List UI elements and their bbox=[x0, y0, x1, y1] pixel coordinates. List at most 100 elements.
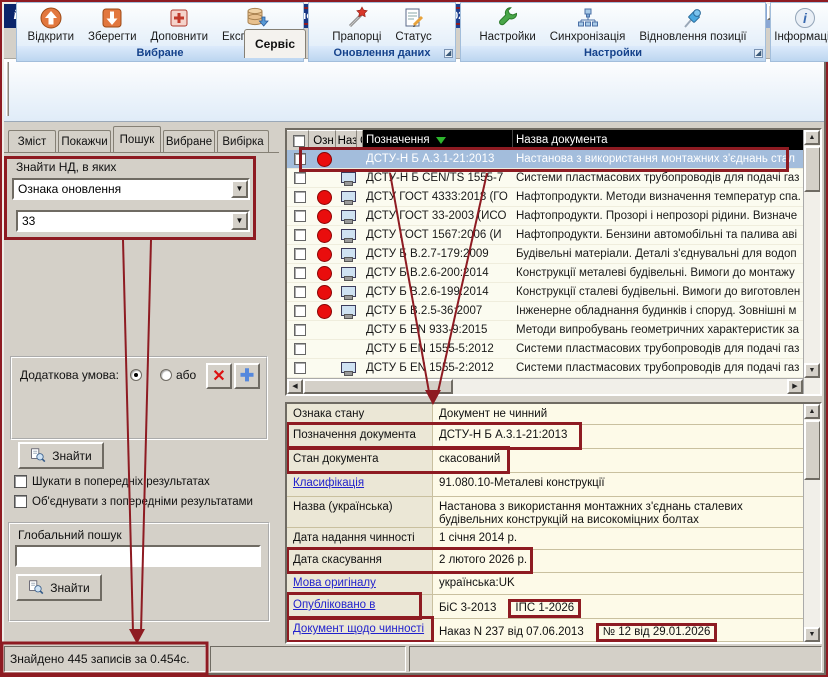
header-mark[interactable]: Озн bbox=[309, 130, 336, 150]
checkbox-search-previous[interactable]: Шукати в попередніх результатах bbox=[14, 475, 276, 488]
table-row[interactable]: ДСТУ ГОСТ 4333:2018 (ГОНафтопродукти. Ме… bbox=[287, 188, 803, 207]
search-value-combo[interactable]: 33 ▼ bbox=[16, 210, 250, 232]
scroll-down-icon[interactable]: ▼ bbox=[804, 363, 820, 378]
document-name-cell[interactable]: Методи випробувань геометричних характер… bbox=[513, 321, 803, 339]
open-button[interactable]: Відкрити bbox=[21, 5, 81, 47]
add-condition-button[interactable]: ✚ bbox=[234, 363, 260, 389]
designation-cell[interactable]: ДСТУ Б В.2.5-36:2007 bbox=[363, 302, 513, 320]
document-name-cell[interactable]: Нафтопродукти. Методи визначення темпера… bbox=[513, 188, 803, 206]
find-button[interactable]: Знайти bbox=[18, 442, 104, 469]
row-checkbox-cell[interactable] bbox=[287, 169, 309, 187]
scroll-right-icon[interactable]: ▶ bbox=[787, 379, 803, 394]
status-button[interactable]: Статус bbox=[388, 5, 438, 47]
details-vertical-scrollbar[interactable]: ▲ ▼ bbox=[803, 404, 820, 642]
designation-cell[interactable]: ДСТУ Б В.2.6-200:2014 bbox=[363, 264, 513, 282]
table-row[interactable]: ДСТУ Б EN 1555-2:2012Системи пластмасови… bbox=[287, 359, 803, 378]
checkbox-icon[interactable] bbox=[294, 324, 306, 336]
row-checkbox-cell[interactable] bbox=[287, 150, 309, 168]
table-row[interactable]: ДСТУ Б В.2.5-36:2007Інженерне обладнання… bbox=[287, 302, 803, 321]
designation-cell[interactable]: ДСТУ Б В.2.6-199:2014 bbox=[363, 283, 513, 301]
scroll-up-icon[interactable]: ▲ bbox=[804, 404, 820, 419]
designation-cell[interactable]: ДСТУ-Н Б А.3.1-21:2013 bbox=[363, 150, 513, 168]
left-tab-contents[interactable]: Зміст bbox=[8, 130, 56, 152]
table-row[interactable]: ДСТУ Б В.2.7-179:2009Будівельні матеріал… bbox=[287, 245, 803, 264]
table-row[interactable]: ДСТУ Б В.2.6-200:2014Конструкції металев… bbox=[287, 264, 803, 283]
checkbox-icon[interactable] bbox=[294, 210, 306, 222]
dialog-launcher-icon[interactable]: ◢ bbox=[754, 49, 763, 58]
designation-cell[interactable]: ДСТУ ГОСТ 33-2003 (ИСО bbox=[363, 207, 513, 225]
scrollbar-thumb[interactable] bbox=[804, 420, 821, 480]
left-tab-favorites[interactable]: Вибране bbox=[163, 130, 215, 152]
row-checkbox-cell[interactable] bbox=[287, 188, 309, 206]
checkbox-icon[interactable] bbox=[14, 495, 27, 508]
document-name-cell[interactable]: Системи пластмасових трубопроводів для п… bbox=[513, 359, 803, 377]
checkbox-icon[interactable] bbox=[294, 153, 306, 165]
document-name-cell[interactable]: Нафтопродукти. Прозорі і непрозорі рідин… bbox=[513, 207, 803, 225]
checkbox-icon[interactable] bbox=[294, 172, 306, 184]
table-row[interactable]: ДСТУ Б В.2.6-199:2014Конструкції сталеві… bbox=[287, 283, 803, 302]
checkbox-icon[interactable] bbox=[294, 267, 306, 279]
designation-cell[interactable]: ДСТУ ГОСТ 1567:2006 (И bbox=[363, 226, 513, 244]
row-checkbox-cell[interactable] bbox=[287, 264, 309, 282]
select-all-header[interactable] bbox=[287, 130, 309, 150]
row-checkbox-cell[interactable] bbox=[287, 226, 309, 244]
document-name-cell[interactable]: Нафтопродукти. Бензини автомобільні та п… bbox=[513, 226, 803, 244]
checkbox-icon[interactable] bbox=[294, 248, 306, 260]
checkbox-icon[interactable] bbox=[293, 135, 305, 147]
search-criterion-combo[interactable]: Ознака оновлення ▼ bbox=[12, 178, 250, 200]
checkbox-icon[interactable] bbox=[14, 475, 27, 488]
scrollbar-thumb[interactable] bbox=[303, 379, 453, 394]
flags-button[interactable]: Прапорці bbox=[325, 5, 388, 47]
row-checkbox-cell[interactable] bbox=[287, 321, 309, 339]
table-row[interactable]: ДСТУ ГОСТ 1567:2006 (ИНафтопродукти. Бен… bbox=[287, 226, 803, 245]
header-pc[interactable]: Наз bbox=[336, 130, 357, 150]
toolbar-gripper[interactable] bbox=[6, 62, 9, 116]
restore-position-button[interactable]: Відновлення позиції bbox=[632, 5, 753, 47]
sync-button[interactable]: Синхронізація bbox=[543, 5, 633, 47]
row-checkbox-cell[interactable] bbox=[287, 302, 309, 320]
scrollbar-thumb[interactable] bbox=[804, 146, 821, 192]
document-name-cell[interactable]: Системи пластмасових трубопроводів для п… bbox=[513, 340, 803, 358]
document-name-cell[interactable]: Будівельні матеріали. Деталі з'єднувальн… bbox=[513, 245, 803, 263]
checkbox-icon[interactable] bbox=[294, 286, 306, 298]
table-row[interactable]: ДСТУ-Н Б CEN/TS 1555-7Системи пластмасов… bbox=[287, 169, 803, 188]
row-checkbox-cell[interactable] bbox=[287, 207, 309, 225]
header-designation[interactable]: Позначення bbox=[363, 130, 513, 150]
row-checkbox-cell[interactable] bbox=[287, 245, 309, 263]
row-checkbox-cell[interactable] bbox=[287, 283, 309, 301]
scroll-left-icon[interactable]: ◀ bbox=[287, 379, 303, 394]
checkbox-icon[interactable] bbox=[294, 343, 306, 355]
designation-cell[interactable]: ДСТУ Б EN 1555-2:2012 bbox=[363, 359, 513, 377]
remove-condition-button[interactable]: ✕ bbox=[206, 363, 232, 389]
chevron-down-icon[interactable]: ▼ bbox=[231, 212, 248, 230]
table-row[interactable]: ДСТУ ГОСТ 33-2003 (ИСОНафтопродукти. Про… bbox=[287, 207, 803, 226]
table-row[interactable]: ДСТУ Б EN 933-9:2015Методи випробувань г… bbox=[287, 321, 803, 340]
designation-cell[interactable]: ДСТУ Б EN 1555-5:2012 bbox=[363, 340, 513, 358]
checkbox-icon[interactable] bbox=[294, 229, 306, 241]
radio-and[interactable] bbox=[130, 369, 142, 381]
details-link-label[interactable]: Документ щодо чинності bbox=[287, 619, 433, 641]
dialog-launcher-icon[interactable]: ◢ bbox=[444, 49, 453, 58]
append-button[interactable]: Доповнити bbox=[144, 5, 216, 47]
details-link-label[interactable]: Мова оригіналу bbox=[287, 573, 433, 594]
chevron-down-icon[interactable]: ▼ bbox=[231, 180, 248, 198]
designation-cell[interactable]: ДСТУ ГОСТ 4333:2018 (ГО bbox=[363, 188, 513, 206]
left-tab-search[interactable]: Пошук bbox=[113, 126, 161, 152]
details-link-label[interactable]: Опубліковано в bbox=[287, 595, 433, 618]
scroll-up-icon[interactable]: ▲ bbox=[804, 130, 820, 145]
designation-cell[interactable]: ДСТУ Б EN 933-9:2015 bbox=[363, 321, 513, 339]
header-document-name[interactable]: Назва документа bbox=[513, 130, 820, 150]
table-vertical-scrollbar[interactable]: ▲ ▼ bbox=[803, 130, 820, 394]
save-button[interactable]: Зберегти bbox=[81, 5, 143, 47]
checkbox-icon[interactable] bbox=[294, 191, 306, 203]
details-link-label[interactable]: Класифікація bbox=[287, 473, 433, 496]
left-tab-index[interactable]: Покажчи bbox=[58, 130, 111, 152]
global-find-button[interactable]: Знайти bbox=[16, 574, 102, 601]
row-checkbox-cell[interactable] bbox=[287, 340, 309, 358]
left-tab-selection[interactable]: Вибірка bbox=[217, 130, 269, 152]
table-row[interactable]: ДСТУ-Н Б А.3.1-21:2013Настанова з викори… bbox=[287, 150, 803, 169]
designation-cell[interactable]: ДСТУ Б В.2.7-179:2009 bbox=[363, 245, 513, 263]
designation-cell[interactable]: ДСТУ-Н Б CEN/TS 1555-7 bbox=[363, 169, 513, 187]
information-button[interactable]: i Інформація bbox=[767, 5, 828, 47]
global-search-input[interactable] bbox=[15, 545, 261, 567]
